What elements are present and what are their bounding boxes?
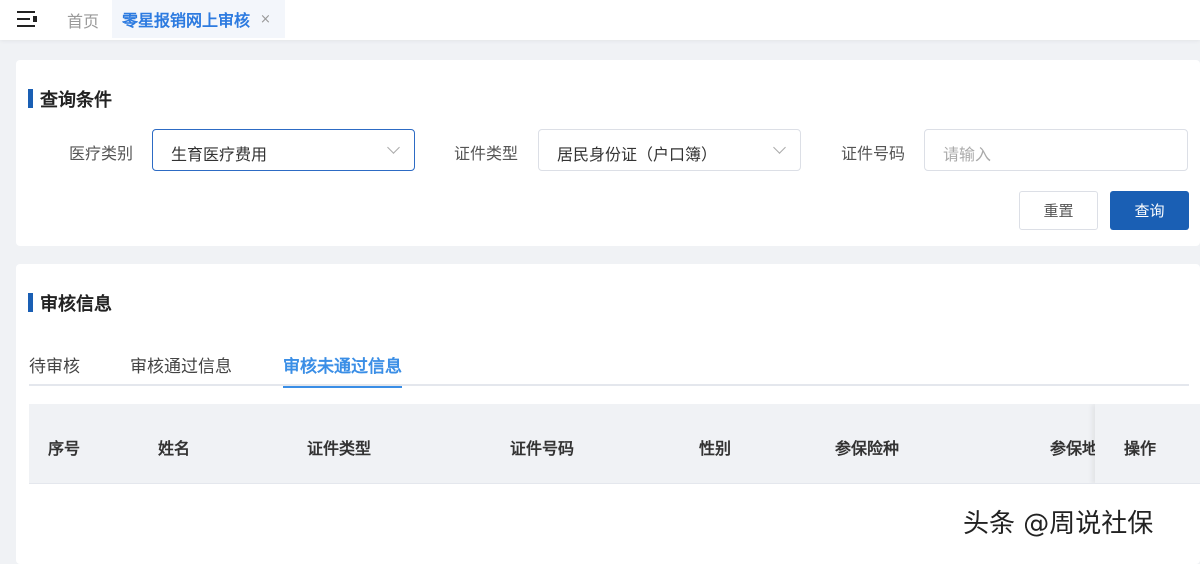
col-index: 序号 xyxy=(48,439,81,458)
watermark: 头条 @周说社保 xyxy=(963,509,1154,539)
id-type-label: 证件类型 xyxy=(454,144,519,163)
col-insurance-type: 参保险种 xyxy=(835,439,900,458)
query-panel: 查询条件 医疗类别 生育医疗费用 证件类型 居民身份证（户口簿） 证件号码 请输… xyxy=(16,60,1200,246)
chevron-down-icon xyxy=(773,141,786,154)
reset-button[interactable]: 重置 xyxy=(1019,191,1098,230)
col-gender: 性别 xyxy=(699,439,732,458)
id-number-placeholder: 请输入 xyxy=(943,145,992,164)
review-title: 审核信息 xyxy=(28,290,112,316)
chevron-down-icon xyxy=(387,141,400,154)
col-id-type: 证件类型 xyxy=(307,439,372,458)
table-header: 序号 姓名 证件类型 证件号码 性别 参保险种 参保地 操作 xyxy=(29,404,1200,484)
fixed-action-column: 操作 xyxy=(1095,404,1200,483)
id-number-input[interactable]: 请输入 xyxy=(924,129,1188,171)
tab-pending[interactable]: 待审核 xyxy=(29,352,80,377)
tab-home[interactable]: 首页 xyxy=(67,8,99,32)
col-insured-place: 参保地 xyxy=(1050,439,1099,458)
review-tabs: 待审核 审核通过信息 审核未通过信息 xyxy=(29,350,1189,388)
close-icon[interactable]: × xyxy=(260,12,271,27)
col-actions: 操作 xyxy=(1124,439,1157,458)
col-id-number: 证件号码 xyxy=(510,439,575,458)
tab-label: 零星报销网上审核 xyxy=(122,11,251,30)
menu-collapse-icon[interactable] xyxy=(17,11,37,27)
medical-type-label: 医疗类别 xyxy=(69,144,134,163)
col-name: 姓名 xyxy=(158,439,191,458)
query-title: 查询条件 xyxy=(28,86,112,112)
id-type-select[interactable]: 居民身份证（户口簿） xyxy=(538,129,801,171)
id-number-label: 证件号码 xyxy=(841,144,906,163)
tab-reimbursement-review[interactable]: 零星报销网上审核 × xyxy=(112,0,285,38)
tab-rejected[interactable]: 审核未通过信息 xyxy=(283,352,402,388)
medical-type-select[interactable]: 生育医疗费用 xyxy=(152,129,415,171)
search-button[interactable]: 查询 xyxy=(1110,191,1189,230)
id-type-value: 居民身份证（户口簿） xyxy=(557,145,718,164)
tab-approved[interactable]: 审核通过信息 xyxy=(130,352,232,377)
top-bar: 首页 零星报销网上审核 × xyxy=(0,0,1200,40)
medical-type-value: 生育医疗费用 xyxy=(171,145,268,164)
